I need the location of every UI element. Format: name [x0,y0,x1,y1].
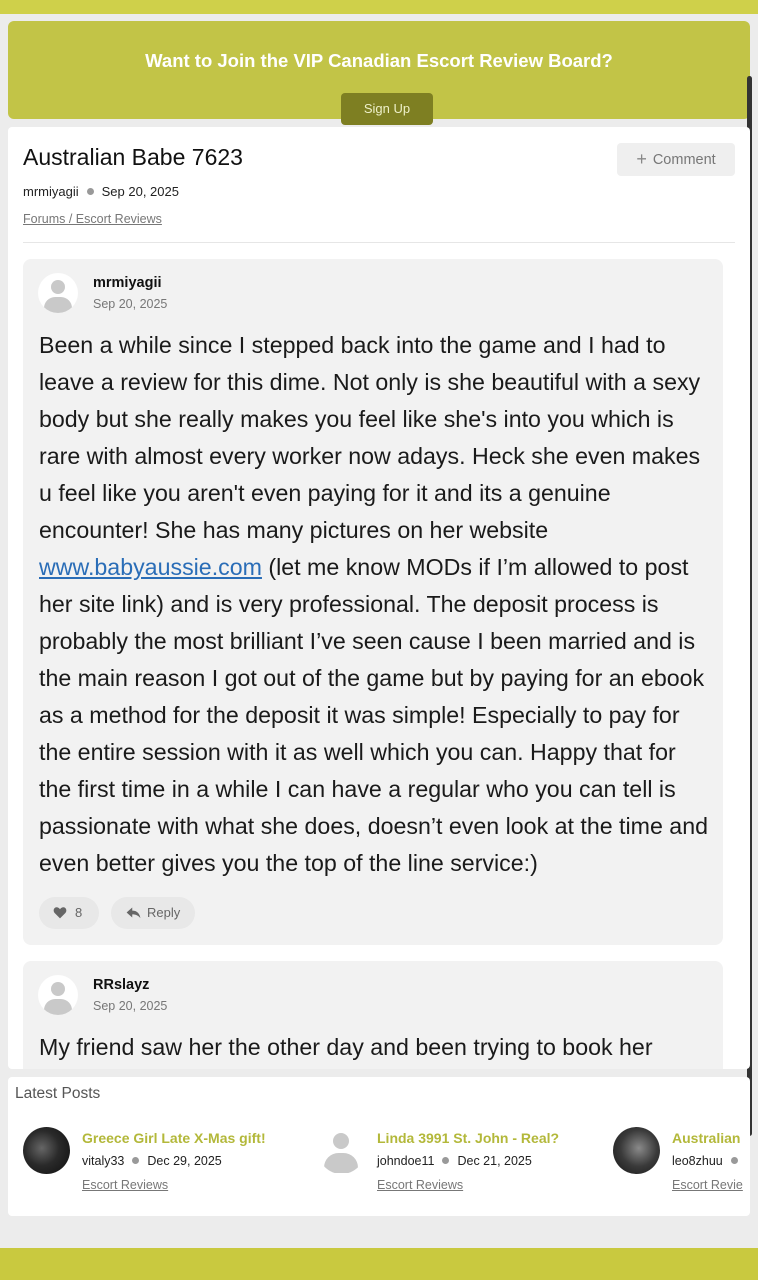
post-date: Sep 20, 2025 [93,297,168,311]
latest-post-category[interactable]: Escort Reviews [377,1178,463,1192]
separator-dot [730,1157,738,1164]
latest-post-item[interactable]: Linda 3991 St. John - Real? johndoe11 Dec… [318,1127,608,1197]
website-link[interactable]: www.babyaussie.com [39,554,262,580]
latest-post-item[interactable]: Australian leo8zhuu Escort Revie [613,1127,750,1197]
latest-post-avatar[interactable] [23,1127,70,1174]
sign-up-button[interactable]: Sign Up [341,93,433,125]
avatar[interactable] [38,273,78,313]
latest-post-meta: leo8zhuu [672,1154,746,1168]
latest-post-meta: vitaly33 Dec 29, 2025 [82,1154,222,1168]
heart-icon [53,907,67,919]
latest-post-title[interactable]: Linda 3991 St. John - Real? [377,1130,559,1146]
avatar-body [44,999,72,1015]
vip-banner: Want to Join the VIP Canadian Escort Rev… [8,21,750,125]
like-count: 8 [75,905,83,920]
latest-post-title[interactable]: Greece Girl Late X-Mas gift! [82,1130,266,1146]
post-text-continued: (let me know MODs if I’m allowed to post… [39,554,708,876]
latest-post-date: Dec 29, 2025 [147,1154,222,1168]
latest-post-item[interactable]: Greece Girl Late X-Mas gift! vitaly33 Dec… [23,1127,313,1197]
reply-button[interactable]: Reply [111,897,195,929]
post-author[interactable]: RRslayz [93,977,149,993]
thread-title: Australian Babe 7623 [23,144,243,170]
avatar-head [51,280,65,294]
thread-date: Sep 20, 2025 [101,184,179,199]
avatar-body [44,297,72,313]
post-author[interactable]: mrmiyagii [93,275,162,291]
avatar-body [324,1153,358,1173]
like-button[interactable]: 8 [39,897,99,929]
bottom-accent-strip [0,1248,758,1280]
latest-post-title[interactable]: Australian [672,1130,740,1146]
latest-post-category[interactable]: Escort Revie [672,1178,743,1192]
latest-post-author[interactable]: vitaly33 [82,1154,124,1168]
thread-meta: mrmiyagii Sep 20, 2025 [23,184,179,199]
separator-dot [442,1157,450,1164]
plus-icon: + [636,149,647,169]
post: mrmiyagii Sep 20, 2025 Been a while sinc… [23,259,723,945]
thread-author[interactable]: mrmiyagii [23,184,79,199]
reply-icon [126,907,141,919]
banner-title: Want to Join the VIP Canadian Escort Rev… [145,50,613,71]
divider [23,242,735,243]
latest-post-date: Dec 21, 2025 [457,1154,532,1168]
latest-post-author[interactable]: johndoe11 [377,1154,434,1168]
comment-button-label: Comment [652,152,716,168]
latest-post-author[interactable]: leo8zhuu [672,1154,723,1168]
latest-post-category[interactable]: Escort Reviews [82,1178,168,1192]
breadcrumb[interactable]: Forums / Escort Reviews [23,212,162,226]
latest-posts-title: Latest Posts [15,1085,101,1102]
reply-label: Reply [147,905,181,920]
post: RRslayz Sep 20, 2025 My friend saw her t… [23,961,723,1069]
latest-post-meta: johndoe11 Dec 21, 2025 [377,1154,532,1168]
avatar-head [51,982,65,996]
latest-posts: Latest Posts Greece Girl Late X-Mas gift… [8,1077,750,1216]
avatar[interactable] [38,975,78,1015]
post-body: Been a while since I stepped back into t… [39,327,711,882]
latest-post-avatar[interactable] [613,1127,660,1174]
post-body: My friend saw her the other day and been… [39,1034,653,1060]
top-accent-strip [0,0,758,14]
comment-button[interactable]: + Comment [617,143,735,176]
thread-card: Australian Babe 7623 + Comment mrmiyagii S… [8,127,750,1069]
separator-dot [132,1157,140,1164]
separator-dot [86,188,94,195]
post-text: Been a while since I stepped back into t… [39,332,701,543]
post-date: Sep 20, 2025 [93,999,168,1013]
avatar-head [333,1133,349,1149]
latest-post-avatar[interactable] [318,1127,365,1174]
